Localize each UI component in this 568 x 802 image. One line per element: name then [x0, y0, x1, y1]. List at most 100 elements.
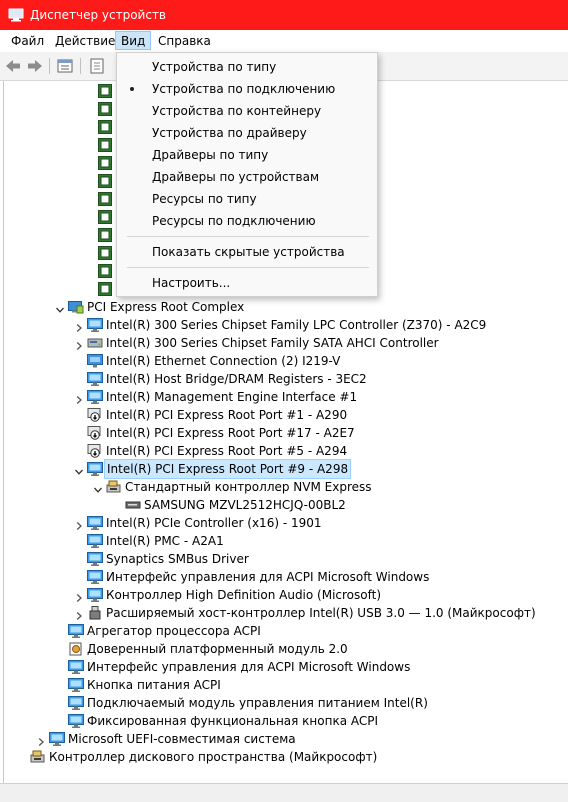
tree-row[interactable]: Интерфейс управления для ACPI Microsoft … [4, 568, 564, 586]
status-bar [0, 783, 568, 802]
tree-row-label: Intel(R) Management Engine Interface #1 [106, 390, 358, 404]
view-menu-item[interactable]: Устройства по подключению [117, 78, 377, 100]
view-menu-item[interactable]: Настроить... [117, 272, 377, 294]
tree-row[interactable]: Интерфейс управления для ACPI Microsoft … [4, 658, 564, 676]
view-menu-item[interactable]: Ресурсы по подключению [117, 210, 377, 232]
tree-row[interactable]: Доверенный платформенный модуль 2.0 [4, 640, 564, 658]
view-menu-item[interactable]: Устройства по контейнеру [117, 100, 377, 122]
chevron-right-icon[interactable] [74, 392, 84, 404]
tree-row[interactable]: Intel(R) Ethernet Connection (2) I219-V [4, 352, 564, 370]
tree-row-label: Фиксированная функциональная кнопка ACPI [87, 714, 379, 728]
menu-help[interactable]: Справка [153, 33, 216, 50]
tree-row-label: Кнопка питания ACPI [87, 678, 221, 692]
tree-row[interactable]: Кнопка питания ACPI [4, 676, 564, 694]
monitor-icon [87, 588, 103, 602]
device-manager-icon [8, 8, 24, 25]
monitor-icon [68, 714, 84, 728]
tree-row[interactable]: Intel(R) Host Bridge/DRAM Registers - 3E… [4, 370, 564, 388]
view-menu-item[interactable]: Устройства по драйверу [117, 122, 377, 144]
tree-row-label: Microsoft UEFI-совместимая система [68, 732, 296, 746]
view-menu-item-label: Ресурсы по типу [152, 192, 257, 206]
chevron-down-icon[interactable] [93, 482, 103, 493]
view-menu-item-label: Драйверы по устройствам [152, 170, 320, 184]
tree-row-label: SAMSUNG MZVL2512HCJQ-00BL2 [144, 498, 346, 512]
chevron-right-icon[interactable] [36, 734, 46, 746]
tree-row[interactable]: Synaptics SMBus Driver [4, 550, 564, 568]
chevron-right-icon[interactable] [74, 338, 84, 350]
view-menu-item[interactable]: Устройства по типу [117, 56, 377, 78]
tree-row[interactable]: Intel(R) PCI Express Root Port #5 - A294 [4, 442, 564, 460]
chevron-right-icon[interactable] [74, 320, 84, 332]
view-menu-item[interactable]: Драйверы по устройствам [117, 166, 377, 188]
tree-row-label: Intel(R) PCI Express Root Port #9 - A298 [104, 459, 352, 479]
menu-separator [127, 236, 369, 237]
tree-row[interactable]: Intel(R) Management Engine Interface #1 [4, 388, 564, 406]
tree-row[interactable]: Intel(R) PMC - A2A1 [4, 532, 564, 550]
disk-icon [125, 498, 141, 512]
tree-row[interactable]: Контроллер High Definition Audio (Micros… [4, 586, 564, 604]
chevron-down-icon[interactable] [55, 302, 65, 313]
monitor-icon [49, 732, 65, 746]
monitor-icon [87, 372, 103, 386]
tree-row-label: Intel(R) PMC - A2A1 [106, 534, 224, 548]
tree-row[interactable]: Intel(R) 300 Series Chipset Family LPC C… [4, 316, 564, 334]
menu-file[interactable]: Файл [6, 33, 49, 50]
chip-icon [98, 102, 114, 116]
tree-row[interactable]: Intel(R) PCI Express Root Port #17 - A2E… [4, 424, 564, 442]
view-menu-item-label: Устройства по драйверу [152, 126, 307, 140]
storage-icon [87, 336, 103, 350]
pci-icon [68, 300, 84, 314]
monitor-icon [68, 624, 84, 638]
view-menu-item[interactable]: Ресурсы по типу [117, 188, 377, 210]
chip-icon [98, 228, 114, 242]
tree-row-label: Интерфейс управления для ACPI Microsoft … [87, 660, 411, 674]
chevron-down-icon[interactable] [74, 464, 84, 475]
tree-row[interactable]: Intel(R) 300 Series Chipset Family SATA … [4, 334, 564, 352]
toolbar-separator [49, 58, 50, 74]
chevron-right-icon[interactable] [74, 608, 84, 620]
chip-icon [98, 138, 114, 152]
chip-icon [98, 192, 114, 206]
tree-row[interactable]: Расширяемый хост-контроллер Intel(R) USB… [4, 604, 564, 622]
chip-icon [98, 264, 114, 278]
chip-icon [98, 156, 114, 170]
chevron-right-icon[interactable] [74, 518, 84, 530]
help-icon[interactable] [88, 57, 106, 75]
storage-controller-icon [106, 480, 122, 494]
tree-row-label: Intel(R) PCI Express Root Port #1 - A290 [106, 408, 348, 422]
tree-row[interactable]: Intel(R) PCIe Controller (x16) - 1901 [4, 514, 564, 532]
tree-row[interactable]: Фиксированная функциональная кнопка ACPI [4, 712, 564, 730]
tree-row[interactable]: Контроллер дискового пространства (Майкр… [4, 748, 564, 766]
menu-action[interactable]: Действие [50, 33, 120, 50]
tree-row[interactable]: Intel(R) PCI Express Root Port #9 - A298 [4, 459, 564, 479]
chevron-right-icon[interactable] [74, 590, 84, 602]
tree-row-label: Intel(R) PCI Express Root Port #5 - A294 [106, 444, 348, 458]
tree-row-label: Synaptics SMBus Driver [106, 552, 249, 566]
tree-row[interactable]: Подключаемый модуль управления питанием … [4, 694, 564, 712]
chip-icon [98, 282, 114, 296]
monitor-icon [87, 516, 103, 530]
view-menu-item-label: Показать скрытые устройства [152, 245, 345, 259]
network-icon [87, 354, 103, 368]
usb-icon [87, 606, 103, 620]
tree-row[interactable]: Intel(R) PCI Express Root Port #1 - A290 [4, 406, 564, 424]
tree-row[interactable]: SAMSUNG MZVL2512HCJQ-00BL2 [4, 496, 564, 514]
monitor-icon [87, 462, 103, 476]
tree-row[interactable]: PCI Express Root Complex [4, 298, 564, 316]
forward-icon[interactable] [26, 57, 44, 75]
view-menu-item[interactable]: Драйверы по типу [117, 144, 377, 166]
tree-row[interactable]: Агрегатор процессора ACPI [4, 622, 564, 640]
tree-row[interactable]: Microsoft UEFI-совместимая система [4, 730, 564, 748]
chip-icon [98, 210, 114, 224]
tree-row-label: Подключаемый модуль управления питанием … [87, 696, 428, 710]
storage-controller-icon [30, 750, 46, 764]
back-icon[interactable] [4, 57, 22, 75]
view-menu-item[interactable]: Показать скрытые устройства [117, 241, 377, 263]
menu-separator [127, 267, 369, 268]
menu-view[interactable]: Вид [115, 31, 152, 50]
monitor-icon [68, 696, 84, 710]
monitor-icon [87, 534, 103, 548]
tree-row-label: Агрегатор процессора ACPI [87, 624, 261, 638]
properties-icon[interactable] [56, 57, 74, 75]
tree-row[interactable]: Стандартный контроллер NVM Express [4, 478, 564, 496]
